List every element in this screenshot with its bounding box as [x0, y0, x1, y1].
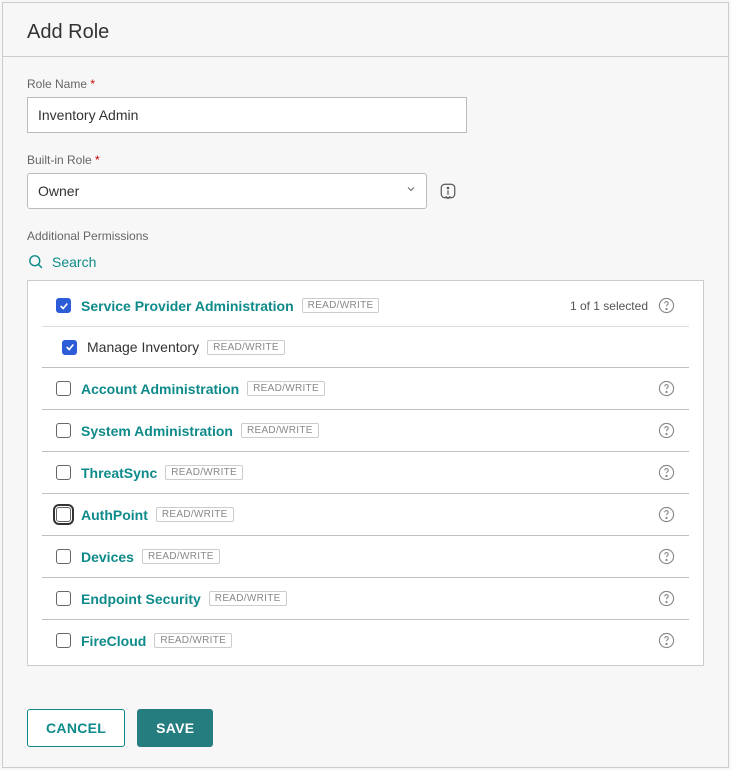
save-button[interactable]: SAVE — [137, 709, 213, 747]
role-name-group: Role Name * — [27, 77, 704, 133]
perm-label[interactable]: System Administration — [81, 423, 233, 439]
dialog-footer: CANCEL SAVE — [3, 693, 728, 767]
checkbox-system-admin[interactable] — [56, 423, 71, 438]
required-mark: * — [95, 153, 100, 167]
help-icon[interactable] — [658, 548, 675, 565]
perm-label[interactable]: FireCloud — [81, 633, 146, 649]
builtin-role-label: Built-in Role * — [27, 153, 704, 167]
help-icon[interactable] — [658, 506, 675, 523]
checkbox-sp-admin[interactable] — [56, 298, 71, 313]
permissions-list: Service Provider Administration READ/WRI… — [27, 280, 704, 666]
help-icon[interactable] — [658, 590, 675, 607]
perm-firecloud: FireCloud READ/WRITE — [42, 620, 689, 661]
perm-account-admin: Account Administration READ/WRITE — [42, 368, 689, 410]
info-icon[interactable] — [439, 182, 457, 200]
help-icon[interactable] — [658, 632, 675, 649]
dialog-title: Add Role — [27, 21, 704, 44]
required-mark: * — [90, 77, 95, 91]
perm-authpoint: AuthPoint READ/WRITE — [42, 494, 689, 536]
search-icon — [27, 253, 44, 270]
badge-readwrite: READ/WRITE — [142, 549, 220, 564]
additional-permissions-label: Additional Permissions — [27, 229, 704, 243]
checkbox-account-admin[interactable] — [56, 381, 71, 396]
checkbox-manage-inventory[interactable] — [62, 340, 77, 355]
add-role-dialog: Add Role Role Name * Built-in Role * Own… — [2, 2, 729, 768]
search-button[interactable]: Search — [27, 253, 704, 270]
cancel-button[interactable]: CANCEL — [27, 709, 125, 747]
search-label: Search — [52, 254, 96, 270]
builtin-role-group: Built-in Role * Owner — [27, 153, 704, 209]
checkbox-firecloud[interactable] — [56, 633, 71, 648]
selected-count: 1 of 1 selected — [570, 299, 648, 313]
badge-readwrite: READ/WRITE — [209, 591, 287, 606]
perm-system-admin: System Administration READ/WRITE — [42, 410, 689, 452]
checkbox-endpoint-security[interactable] — [56, 591, 71, 606]
dialog-content: Role Name * Built-in Role * Owner — [3, 57, 728, 693]
builtin-role-select[interactable]: Owner — [27, 173, 427, 209]
perm-label[interactable]: Service Provider Administration — [81, 298, 294, 314]
badge-readwrite: READ/WRITE — [207, 340, 285, 355]
badge-readwrite: READ/WRITE — [156, 507, 234, 522]
builtin-role-row: Owner — [27, 173, 704, 209]
perm-label[interactable]: Devices — [81, 549, 134, 565]
help-icon[interactable] — [658, 422, 675, 439]
perm-service-provider-admin: Service Provider Administration READ/WRI… — [42, 285, 689, 326]
perm-label[interactable]: Endpoint Security — [81, 591, 201, 607]
badge-readwrite: READ/WRITE — [154, 633, 232, 648]
badge-readwrite: READ/WRITE — [302, 298, 380, 313]
checkbox-authpoint[interactable] — [56, 507, 71, 522]
perm-devices: Devices READ/WRITE — [42, 536, 689, 578]
role-name-input[interactable] — [27, 97, 467, 133]
perm-label[interactable]: Account Administration — [81, 381, 239, 397]
help-icon[interactable] — [658, 464, 675, 481]
perm-threatsync: ThreatSync READ/WRITE — [42, 452, 689, 494]
badge-readwrite: READ/WRITE — [241, 423, 319, 438]
help-icon[interactable] — [658, 380, 675, 397]
help-icon[interactable] — [658, 297, 675, 314]
perm-label[interactable]: AuthPoint — [81, 507, 148, 523]
perm-endpoint-security: Endpoint Security READ/WRITE — [42, 578, 689, 620]
builtin-role-select-wrap: Owner — [27, 173, 427, 209]
perm-label[interactable]: ThreatSync — [81, 465, 157, 481]
perm-manage-inventory: Manage Inventory READ/WRITE — [42, 326, 689, 368]
perm-label[interactable]: Manage Inventory — [87, 339, 199, 355]
role-name-label: Role Name * — [27, 77, 704, 91]
badge-readwrite: READ/WRITE — [165, 465, 243, 480]
additional-permissions-section: Additional Permissions Search Service Pr… — [27, 229, 704, 666]
dialog-header: Add Role — [3, 3, 728, 57]
checkbox-devices[interactable] — [56, 549, 71, 564]
checkbox-threatsync[interactable] — [56, 465, 71, 480]
badge-readwrite: READ/WRITE — [247, 381, 325, 396]
